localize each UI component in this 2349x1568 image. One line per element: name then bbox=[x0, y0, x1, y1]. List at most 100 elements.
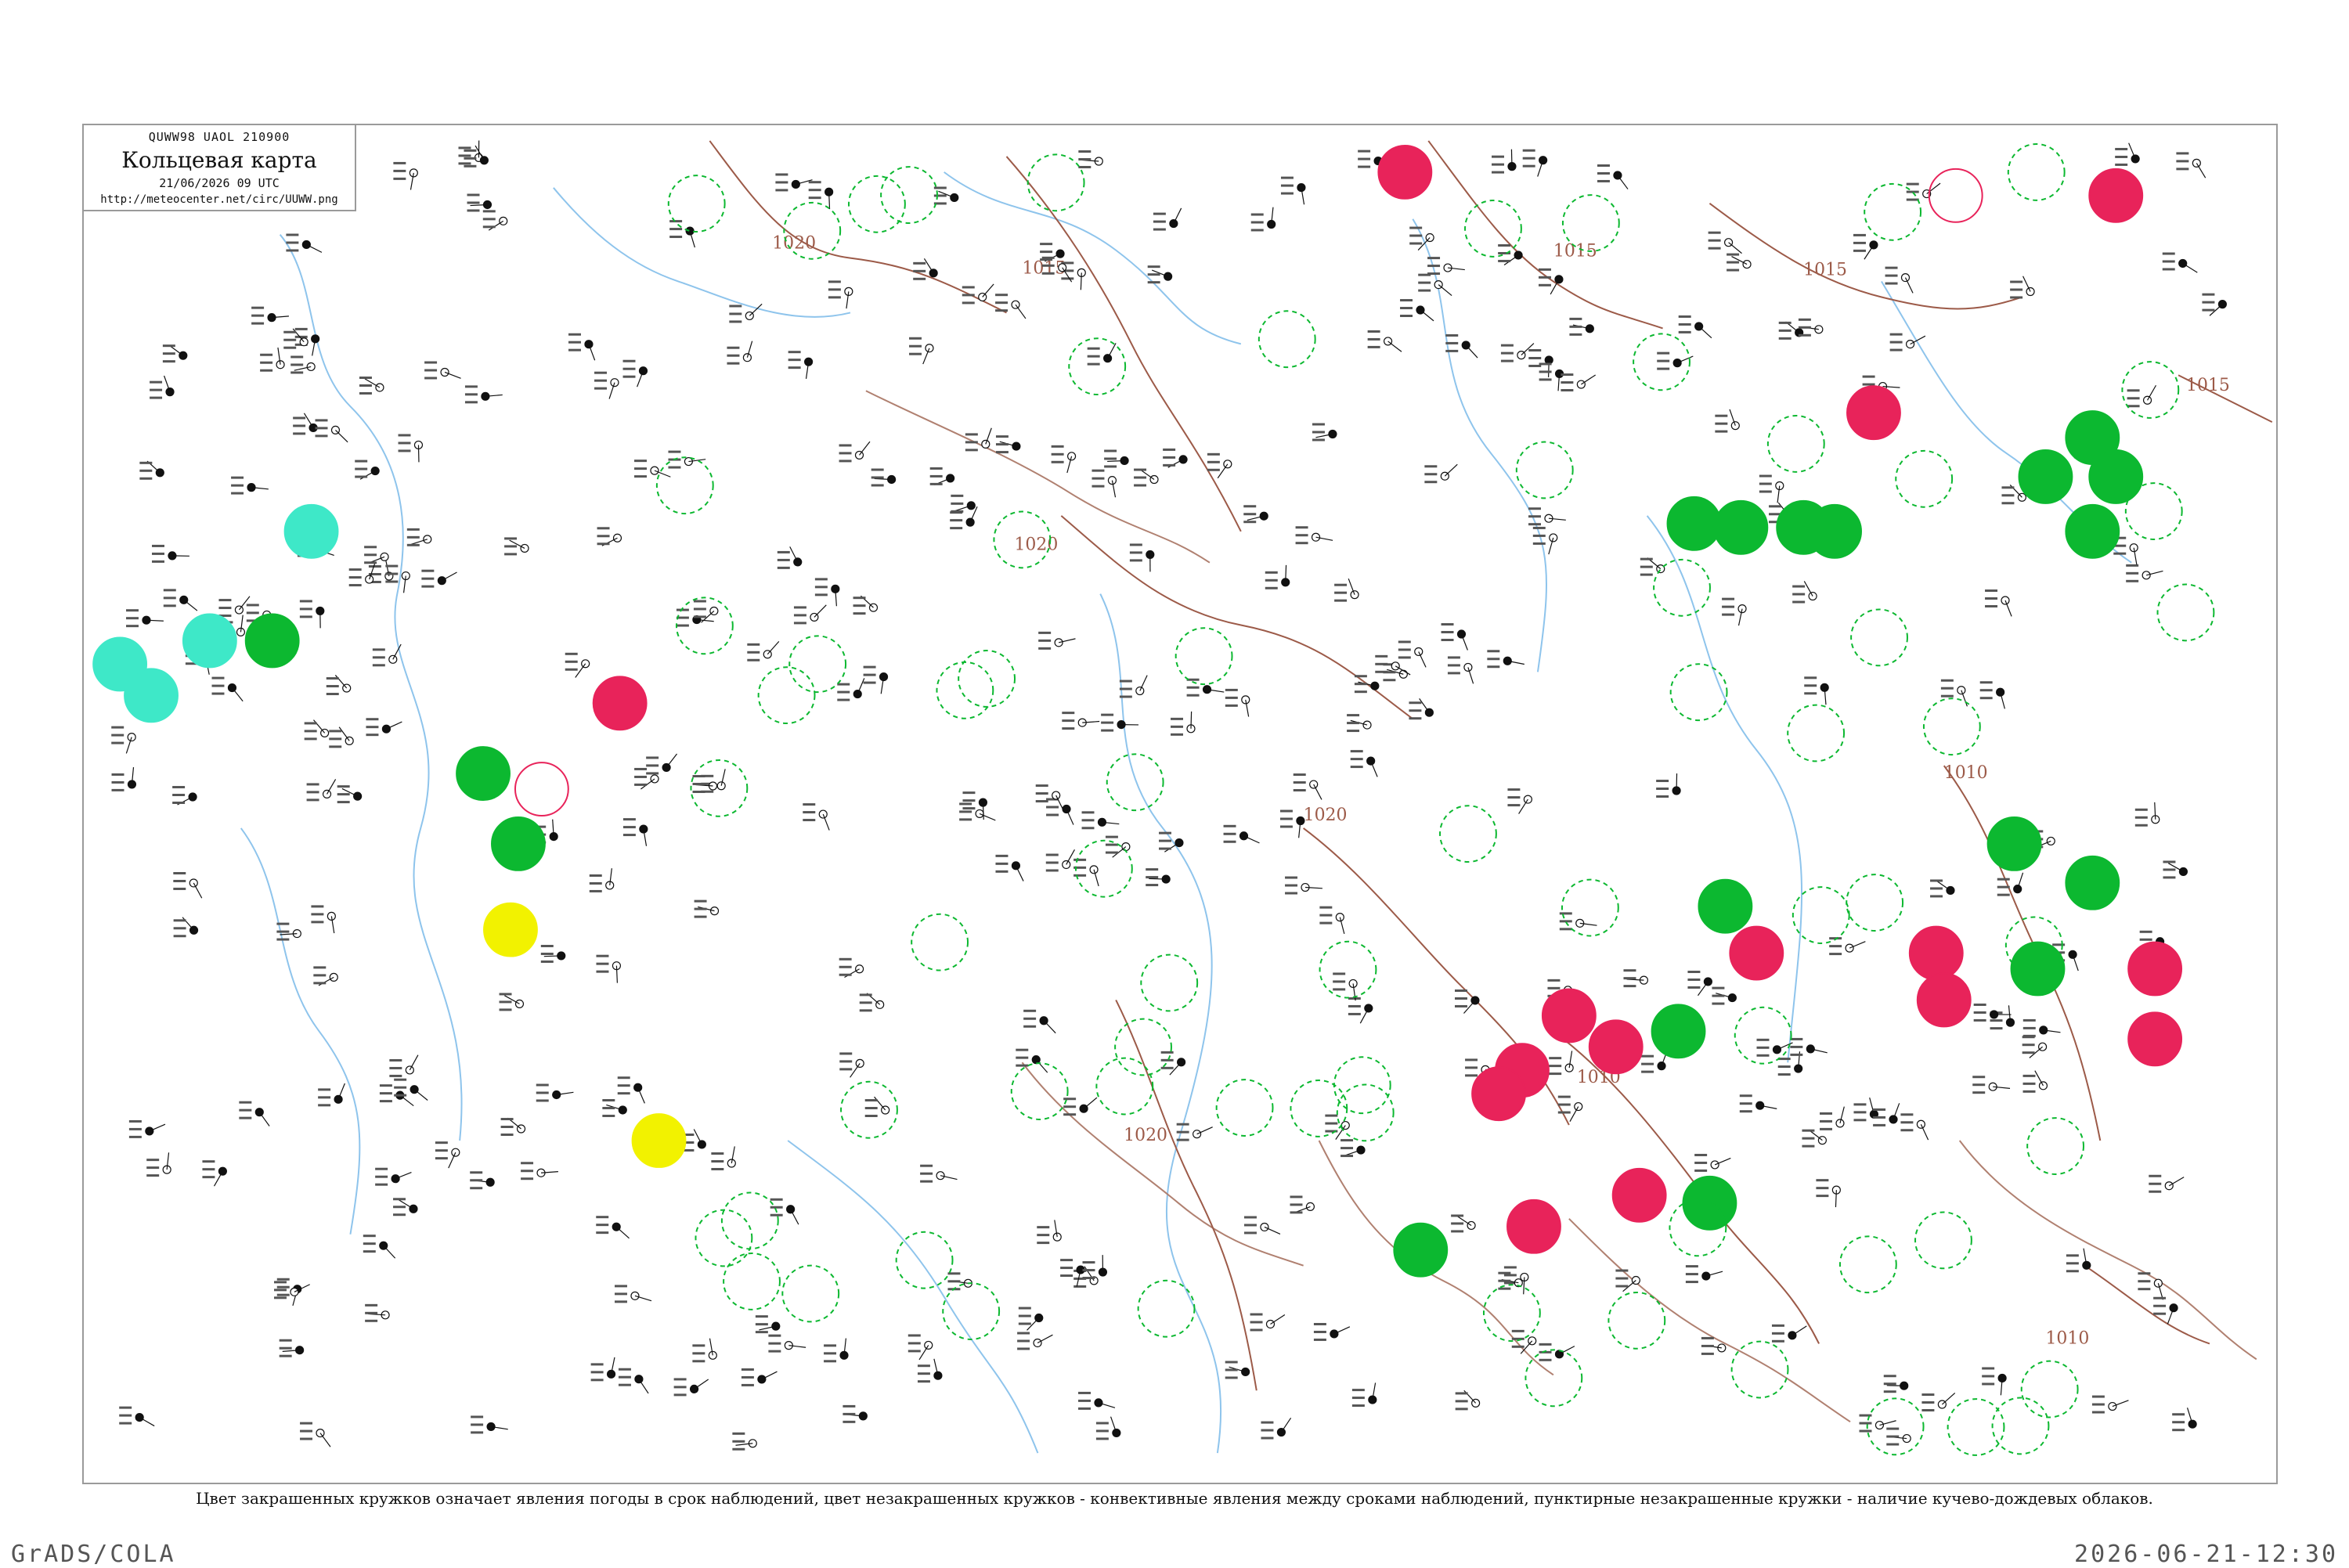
red-phenomenon-circle bbox=[2128, 1012, 2181, 1065]
station-value-mark bbox=[1243, 513, 1256, 515]
station-value-mark bbox=[1974, 1019, 1986, 1022]
station-model bbox=[435, 1141, 460, 1168]
station-model bbox=[1146, 868, 1170, 886]
red-phenomenon-circle bbox=[1589, 1020, 1643, 1073]
station-value-mark bbox=[864, 682, 876, 684]
isobar-labels: 1020 1015 1020 1015 1015 1020 1010 1020 … bbox=[772, 234, 2230, 1349]
station-model bbox=[1539, 269, 1563, 294]
station-model bbox=[619, 1368, 648, 1393]
station-value-mark bbox=[471, 1431, 483, 1433]
station-model bbox=[913, 258, 937, 280]
station-value-mark bbox=[1539, 378, 1552, 380]
station-value-mark bbox=[1207, 453, 1220, 456]
station-model bbox=[596, 1216, 629, 1238]
station-value-mark bbox=[1171, 726, 1183, 728]
station-value-mark bbox=[1078, 158, 1091, 160]
station-model bbox=[407, 528, 431, 546]
station-value-mark bbox=[1319, 922, 1332, 925]
station-value-mark bbox=[231, 492, 244, 495]
station-model bbox=[568, 333, 595, 361]
station-value-mark bbox=[541, 945, 554, 947]
station-value-mark bbox=[459, 146, 471, 149]
station-model bbox=[2066, 1249, 2091, 1273]
station-value-mark bbox=[164, 604, 176, 607]
station-value-mark bbox=[695, 900, 707, 903]
red-phenomenon-circle bbox=[1847, 386, 1900, 439]
station-value-mark bbox=[2010, 281, 2022, 283]
station-model bbox=[1409, 698, 1433, 719]
station-value-mark bbox=[995, 863, 1008, 865]
station-value-mark bbox=[591, 1371, 604, 1373]
station-value-mark bbox=[2113, 553, 2126, 555]
station-value-mark bbox=[951, 495, 963, 497]
station-model bbox=[1281, 177, 1305, 205]
station-model bbox=[300, 600, 324, 628]
station-value-mark bbox=[1597, 164, 1610, 167]
cumulonimbus-dashed-circle bbox=[1440, 806, 1496, 862]
station-model bbox=[674, 1378, 709, 1396]
cumulonimbus-dashed-circle bbox=[1259, 311, 1315, 367]
station-value-mark bbox=[742, 1368, 754, 1371]
station-model bbox=[1398, 640, 1426, 667]
station-value-mark bbox=[1701, 1353, 1714, 1355]
station-model bbox=[465, 385, 503, 403]
station-value-mark bbox=[778, 567, 790, 569]
station-value-mark bbox=[2135, 824, 2148, 827]
station-model bbox=[1790, 1038, 1827, 1056]
station-value-mark bbox=[1159, 832, 1171, 834]
station-value-mark bbox=[837, 683, 850, 686]
station-model bbox=[504, 537, 529, 555]
station-model bbox=[1333, 972, 1357, 1000]
station-value-mark bbox=[1244, 1224, 1257, 1226]
red-phenomenon-circle bbox=[1507, 1200, 1561, 1253]
station-value-mark bbox=[1930, 895, 1943, 897]
footer-timestamp: 2026-06-21-12:30 bbox=[2074, 1541, 2338, 1568]
station-model bbox=[1528, 507, 1566, 525]
station-model bbox=[1052, 445, 1076, 473]
cloud-cover-symbol bbox=[1743, 261, 1751, 269]
station-value-mark bbox=[1790, 1046, 1802, 1048]
cloud-cover-symbol bbox=[1658, 1062, 1665, 1070]
cyan-phenomenon-circle bbox=[285, 505, 338, 558]
station-value-mark bbox=[1778, 1065, 1791, 1068]
station-value-mark bbox=[1930, 879, 1943, 881]
station-value-mark bbox=[692, 1360, 705, 1362]
station-value-mark bbox=[536, 1099, 549, 1101]
station-value-mark bbox=[163, 344, 175, 347]
station-value-mark bbox=[1802, 1130, 1814, 1132]
cloud-cover-symbol bbox=[2014, 885, 2022, 893]
station-model bbox=[327, 675, 351, 695]
station-value-mark bbox=[1982, 1375, 1994, 1377]
station-value-mark bbox=[618, 1076, 630, 1079]
wind-barb bbox=[1519, 799, 1528, 814]
cloud-cover-symbol bbox=[1702, 1272, 1710, 1280]
station-value-mark bbox=[1046, 806, 1059, 809]
station-value-mark bbox=[732, 1433, 745, 1435]
station-model bbox=[1427, 257, 1465, 275]
station-model bbox=[1163, 449, 1187, 467]
station-value-mark bbox=[1972, 1083, 1985, 1086]
isobar-line bbox=[1428, 141, 1662, 328]
station-value-mark bbox=[375, 1176, 388, 1178]
red-phenomenon-circle bbox=[2128, 943, 2181, 996]
station-value-mark bbox=[421, 578, 434, 580]
station-model bbox=[1400, 299, 1434, 321]
station-value-mark bbox=[174, 919, 186, 921]
station-value-mark bbox=[1804, 692, 1817, 694]
cumulonimbus-dashed-circle bbox=[2158, 584, 2214, 640]
station-value-mark bbox=[380, 1100, 392, 1102]
station-value-mark bbox=[459, 162, 471, 164]
station-value-mark bbox=[634, 784, 647, 786]
station-value-mark bbox=[283, 339, 296, 341]
wind-barb bbox=[184, 600, 197, 611]
station-value-mark bbox=[747, 659, 760, 661]
station-value-mark bbox=[623, 368, 636, 370]
map-url[interactable]: http://meteocenter.net/circ/UUWW.png bbox=[84, 193, 355, 206]
station-value-mark bbox=[1163, 456, 1175, 459]
station-value-mark bbox=[1779, 322, 1792, 324]
station-model bbox=[521, 1162, 558, 1180]
station-value-mark bbox=[1712, 995, 1724, 997]
station-model bbox=[1171, 712, 1195, 736]
station-value-mark bbox=[1225, 1368, 1238, 1371]
cloud-cover-symbol bbox=[521, 544, 529, 552]
